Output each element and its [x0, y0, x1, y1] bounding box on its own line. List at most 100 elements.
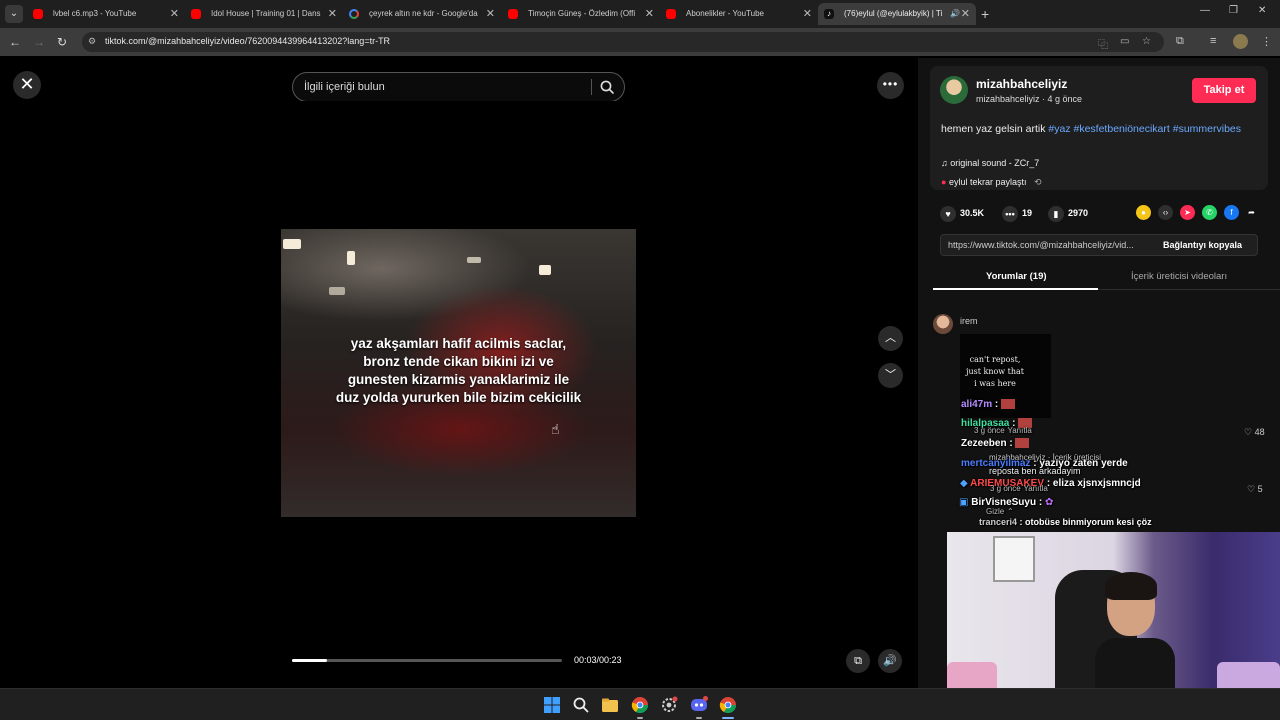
browser-tab-active[interactable]: ♪ (76)eylul (@eylulakbyik) | Ti 🔊 ✕: [818, 3, 976, 25]
music-title[interactable]: original sound - ZCr_7: [950, 158, 1039, 168]
browser-tab[interactable]: Abonelikler - YouTube ✕: [660, 3, 818, 25]
tab-search-icon[interactable]: ⌄: [5, 5, 23, 23]
tab-creator-videos[interactable]: İçerik üreticisi videoları: [1131, 271, 1227, 282]
windows-taskbar: [0, 688, 1280, 720]
browser-tab[interactable]: Timoçin Güneş - Özledim (Offi ✕: [502, 3, 660, 25]
close-tab-icon[interactable]: ✕: [645, 3, 654, 25]
heart-icon[interactable]: ♥: [940, 205, 956, 222]
url-text[interactable]: tiktok.com/@mizahbahceliyiz/video/762009…: [105, 36, 390, 46]
next-video-button[interactable]: ﹀: [878, 363, 903, 388]
reply-time: 3 g önce: [974, 426, 1005, 435]
window-close-icon[interactable]: ✕: [1258, 5, 1266, 16]
address-bar[interactable]: ⚙ tiktok.com/@mizahbahceliyiz/video/7620…: [82, 32, 1164, 52]
translate-icon[interactable]: ⿻: [1098, 36, 1108, 51]
chat-message: tranceri4 : otobüse binmiyorum kesi çöz: [979, 517, 1152, 527]
chevron-up-icon[interactable]: ⌃: [1007, 507, 1014, 516]
browser-tab[interactable]: çeyrek altın ne kdr - Google'da ✕: [343, 3, 501, 25]
discord-icon[interactable]: [690, 696, 708, 714]
close-tab-icon[interactable]: ✕: [961, 3, 970, 25]
video-link[interactable]: https://www.tiktok.com/@mizahbahceliyiz/…: [948, 240, 1153, 250]
mouse-cursor-icon: ☝: [551, 421, 560, 437]
close-tab-icon[interactable]: ✕: [170, 3, 179, 25]
heart-outline-icon[interactable]: ♡: [1244, 427, 1252, 437]
coin-icon[interactable]: ●: [1136, 205, 1151, 220]
browser-tab[interactable]: lvbel c6.mp3 - YouTube ✕: [27, 3, 185, 25]
maximize-icon[interactable]: ❐: [1229, 5, 1238, 16]
tab-comments[interactable]: Yorumlar (19): [986, 271, 1047, 282]
new-tab-button[interactable]: +: [981, 4, 995, 24]
caption-line: yaz akşamları hafif acilmis saclar,: [350, 336, 567, 351]
settings-gear-icon[interactable]: [660, 696, 678, 714]
whatsapp-icon[interactable]: ✆: [1202, 205, 1217, 220]
extensions-icon[interactable]: ⧉: [1176, 35, 1184, 48]
comment-icon[interactable]: •••: [1002, 205, 1018, 222]
volume-icon[interactable]: 🔊: [878, 649, 902, 673]
hashtag-link[interactable]: #yaz: [1048, 123, 1070, 135]
music-row[interactable]: ♫ original sound - ZCr_7: [941, 158, 1039, 168]
heart-outline-icon[interactable]: ♡: [1247, 484, 1255, 494]
tab-title: (76)eylul (@eylulakbyik) | Ti: [844, 9, 943, 18]
comment-like-count: 5: [1257, 484, 1263, 494]
reload-icon[interactable]: ↻: [57, 34, 67, 50]
browser-menu-icon[interactable]: ⋮: [1261, 35, 1272, 48]
comment-like[interactable]: ♡ 48: [1244, 427, 1265, 438]
reply-button[interactable]: Yanıtla: [1007, 426, 1031, 435]
related-search[interactable]: İlgili içeriği bulun: [292, 72, 625, 102]
share-arrow-icon[interactable]: ➦: [1244, 205, 1259, 220]
speaker-icon[interactable]: 🔊: [950, 3, 960, 25]
file-explorer-icon[interactable]: [601, 696, 619, 714]
bookmark-icon[interactable]: ▮: [1048, 205, 1064, 222]
close-tab-icon[interactable]: ✕: [328, 3, 337, 25]
comment-username[interactable]: irem: [960, 316, 978, 326]
media-controls-icon[interactable]: ≡: [1210, 35, 1216, 47]
search-input[interactable]: İlgili içeriği bulun: [304, 81, 385, 93]
wall-poster: [993, 536, 1035, 582]
hashtag-link[interactable]: #kesfetbeniönecikart: [1074, 123, 1170, 135]
close-video-button[interactable]: ✕: [13, 71, 41, 99]
search-icon[interactable]: [599, 79, 615, 95]
previous-video-button[interactable]: ︿: [878, 326, 903, 351]
windows-start-icon[interactable]: [543, 696, 561, 714]
comment-stat[interactable]: ••• 19: [1002, 204, 1032, 222]
video-player[interactable]: yaz akşamları hafif acilmis saclar, bron…: [281, 101, 636, 687]
comment-like[interactable]: ♡ 5: [1247, 484, 1263, 495]
repost-icon: ⟲: [1034, 177, 1042, 187]
chat-text: :: [1009, 438, 1013, 449]
active-indicator: [722, 717, 734, 719]
site-info-icon[interactable]: ⚙: [88, 36, 96, 47]
author-name[interactable]: mizahbahceliyiz: [976, 77, 1067, 91]
facebook-icon[interactable]: f: [1224, 205, 1239, 220]
more-options-button[interactable]: •••: [877, 72, 904, 99]
copy-link-button[interactable]: Bağlantıyı kopyala: [1163, 240, 1242, 250]
forward-icon[interactable]: →: [33, 34, 45, 50]
hide-replies-label[interactable]: Gizle: [986, 507, 1004, 516]
bookmark-star-icon[interactable]: ☆: [1142, 36, 1151, 47]
comment-avatar[interactable]: [933, 314, 953, 334]
follow-button[interactable]: Takip et: [1192, 78, 1256, 103]
chat-user: Zezeeben: [961, 438, 1007, 449]
chrome-icon[interactable]: [631, 696, 649, 714]
taskbar-search-icon[interactable]: [572, 696, 590, 714]
cast-icon[interactable]: ▭: [1120, 36, 1129, 47]
author-avatar[interactable]: [940, 76, 968, 104]
profile-avatar[interactable]: [1233, 34, 1248, 49]
running-indicator: [696, 717, 702, 719]
like-stat[interactable]: ♥ 30.5K: [940, 204, 984, 222]
embed-icon[interactable]: ‹›: [1158, 205, 1173, 220]
repost-avatar: ●: [941, 177, 947, 187]
music-note-icon: ♫: [941, 158, 948, 168]
hashtag-link[interactable]: #summervibes: [1173, 123, 1241, 135]
close-tab-icon[interactable]: ✕: [803, 3, 812, 25]
back-icon[interactable]: ←: [9, 34, 21, 50]
minimize-icon[interactable]: —: [1200, 5, 1210, 16]
browser-tab[interactable]: Idol House | Training 01 | Dans ✕: [185, 3, 343, 25]
send-icon[interactable]: ➤: [1180, 205, 1195, 220]
save-stat[interactable]: ▮ 2970: [1048, 204, 1088, 222]
close-tab-icon[interactable]: ✕: [486, 3, 495, 25]
hide-replies[interactable]: Gizle ⌃: [986, 506, 1014, 517]
emote-icon: ✿: [1044, 497, 1054, 508]
reply-button[interactable]: Yanıtla: [1023, 484, 1047, 493]
video-progress-bar[interactable]: [292, 659, 562, 662]
floating-player-icon[interactable]: ⧉: [846, 649, 870, 673]
chrome-active-icon[interactable]: [719, 696, 737, 714]
